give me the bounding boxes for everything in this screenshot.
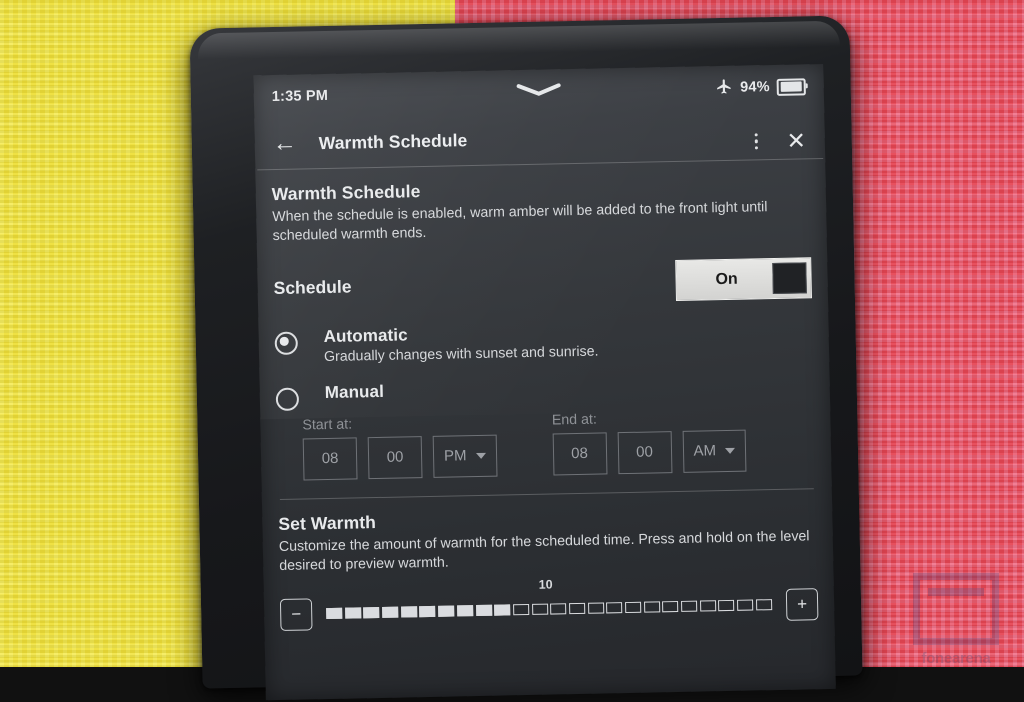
end-minute-field[interactable]: 00 (617, 430, 672, 474)
warmth-tick[interactable] (568, 602, 586, 615)
warmth-tick[interactable] (363, 606, 380, 619)
option-automatic-label: Automatic (323, 325, 408, 346)
device-screen: 1:35 PM 94% ← Warmth Schedule ✕ Warmth S… (253, 63, 836, 701)
warmth-tick[interactable] (755, 599, 773, 611)
dot (754, 145, 758, 150)
warmth-schedule-description: When the schedule is enabled, warm amber… (272, 199, 768, 244)
settings-content: Warmth Schedule When the schedule is ena… (256, 173, 835, 631)
warmth-tick[interactable] (699, 600, 716, 612)
option-automatic-body: Automatic Gradually changes with sunset … (323, 321, 598, 365)
warmth-tick[interactable] (326, 607, 343, 620)
warmth-tick[interactable] (400, 606, 418, 618)
warmth-tick[interactable] (643, 601, 660, 613)
option-automatic[interactable]: Automatic Gradually changes with sunset … (274, 317, 813, 366)
warmth-tick[interactable] (606, 602, 623, 614)
radio-manual[interactable] (275, 387, 300, 411)
battery-fill (780, 81, 803, 92)
schedule-row: Schedule On (273, 257, 812, 310)
status-indicators: 94% (716, 76, 806, 99)
chevron-down-handle-icon[interactable] (516, 83, 562, 101)
option-automatic-subtitle: Gradually changes with sunset and sunris… (323, 343, 599, 365)
set-warmth-description: Customize the amount of warmth for the s… (278, 528, 810, 574)
end-meridiem-select[interactable]: AM (682, 429, 747, 473)
back-button[interactable]: ← (272, 130, 303, 157)
option-manual-label: Manual (324, 381, 385, 402)
warmth-tick[interactable] (625, 601, 642, 614)
time-picker-area: Start at: 08 00 PM End at: 08 00 AM (276, 407, 815, 481)
start-time-group: Start at: 08 00 PM (302, 413, 497, 481)
end-hour-field[interactable]: 08 (552, 432, 607, 476)
warmth-slider[interactable] (322, 599, 776, 620)
warmth-tick[interactable] (344, 607, 362, 619)
bezel-highlight (197, 20, 840, 60)
start-hour-field[interactable]: 08 (302, 437, 358, 481)
section-divider (279, 488, 814, 500)
dot (754, 133, 758, 137)
radio-automatic[interactable] (274, 331, 299, 355)
chevron-down-icon (475, 452, 486, 459)
start-time-fields: 08 00 PM (302, 434, 497, 481)
warmth-tick[interactable] (456, 605, 474, 617)
toggle-knob (772, 262, 807, 295)
start-minute-field[interactable]: 00 (367, 435, 423, 479)
overflow-menu-icon[interactable] (748, 130, 764, 152)
warmth-tick[interactable] (494, 604, 511, 616)
battery-percent-label: 94% (739, 79, 770, 96)
decrease-warmth-button[interactable]: − (279, 597, 313, 631)
warmth-tick[interactable] (550, 603, 567, 615)
airplane-mode-icon (716, 77, 733, 98)
warmth-tick[interactable] (681, 600, 698, 612)
warmth-tick[interactable] (737, 599, 754, 611)
warmth-tick[interactable] (718, 599, 735, 612)
end-time-fields: 08 00 AM (552, 429, 747, 476)
chevron-down-icon (724, 447, 736, 454)
ereader-device: 1:35 PM 94% ← Warmth Schedule ✕ Warmth S… (189, 15, 863, 701)
option-manual[interactable]: Manual (275, 373, 814, 411)
warmth-tick[interactable] (662, 600, 679, 613)
schedule-toggle[interactable]: On (675, 257, 812, 302)
start-at-label: Start at: (302, 416, 353, 434)
warmth-tick[interactable] (531, 603, 548, 615)
warmth-tick[interactable] (512, 603, 530, 616)
dot (754, 139, 758, 143)
app-bar-actions: ✕ (748, 115, 809, 153)
end-time-group: End at: 08 00 AM (551, 408, 747, 476)
start-meridiem-value: PM (443, 447, 467, 465)
warmth-tick[interactable] (475, 604, 492, 617)
status-time: 1:35 PM (271, 87, 329, 106)
warmth-tick[interactable] (419, 605, 436, 618)
option-manual-body: Manual (325, 382, 385, 403)
page-title: Warmth Schedule (318, 129, 468, 153)
warmth-tick[interactable] (438, 605, 455, 617)
schedule-label: Schedule (273, 276, 352, 299)
warmth-tick[interactable] (587, 602, 604, 614)
close-icon[interactable]: ✕ (783, 127, 809, 153)
battery-icon (776, 77, 806, 96)
end-at-label: End at: (551, 411, 597, 429)
start-meridiem-select[interactable]: PM (432, 434, 497, 478)
increase-warmth-button[interactable]: + (785, 587, 819, 621)
end-meridiem-value: AM (693, 442, 717, 460)
warmth-tick[interactable] (382, 606, 399, 618)
